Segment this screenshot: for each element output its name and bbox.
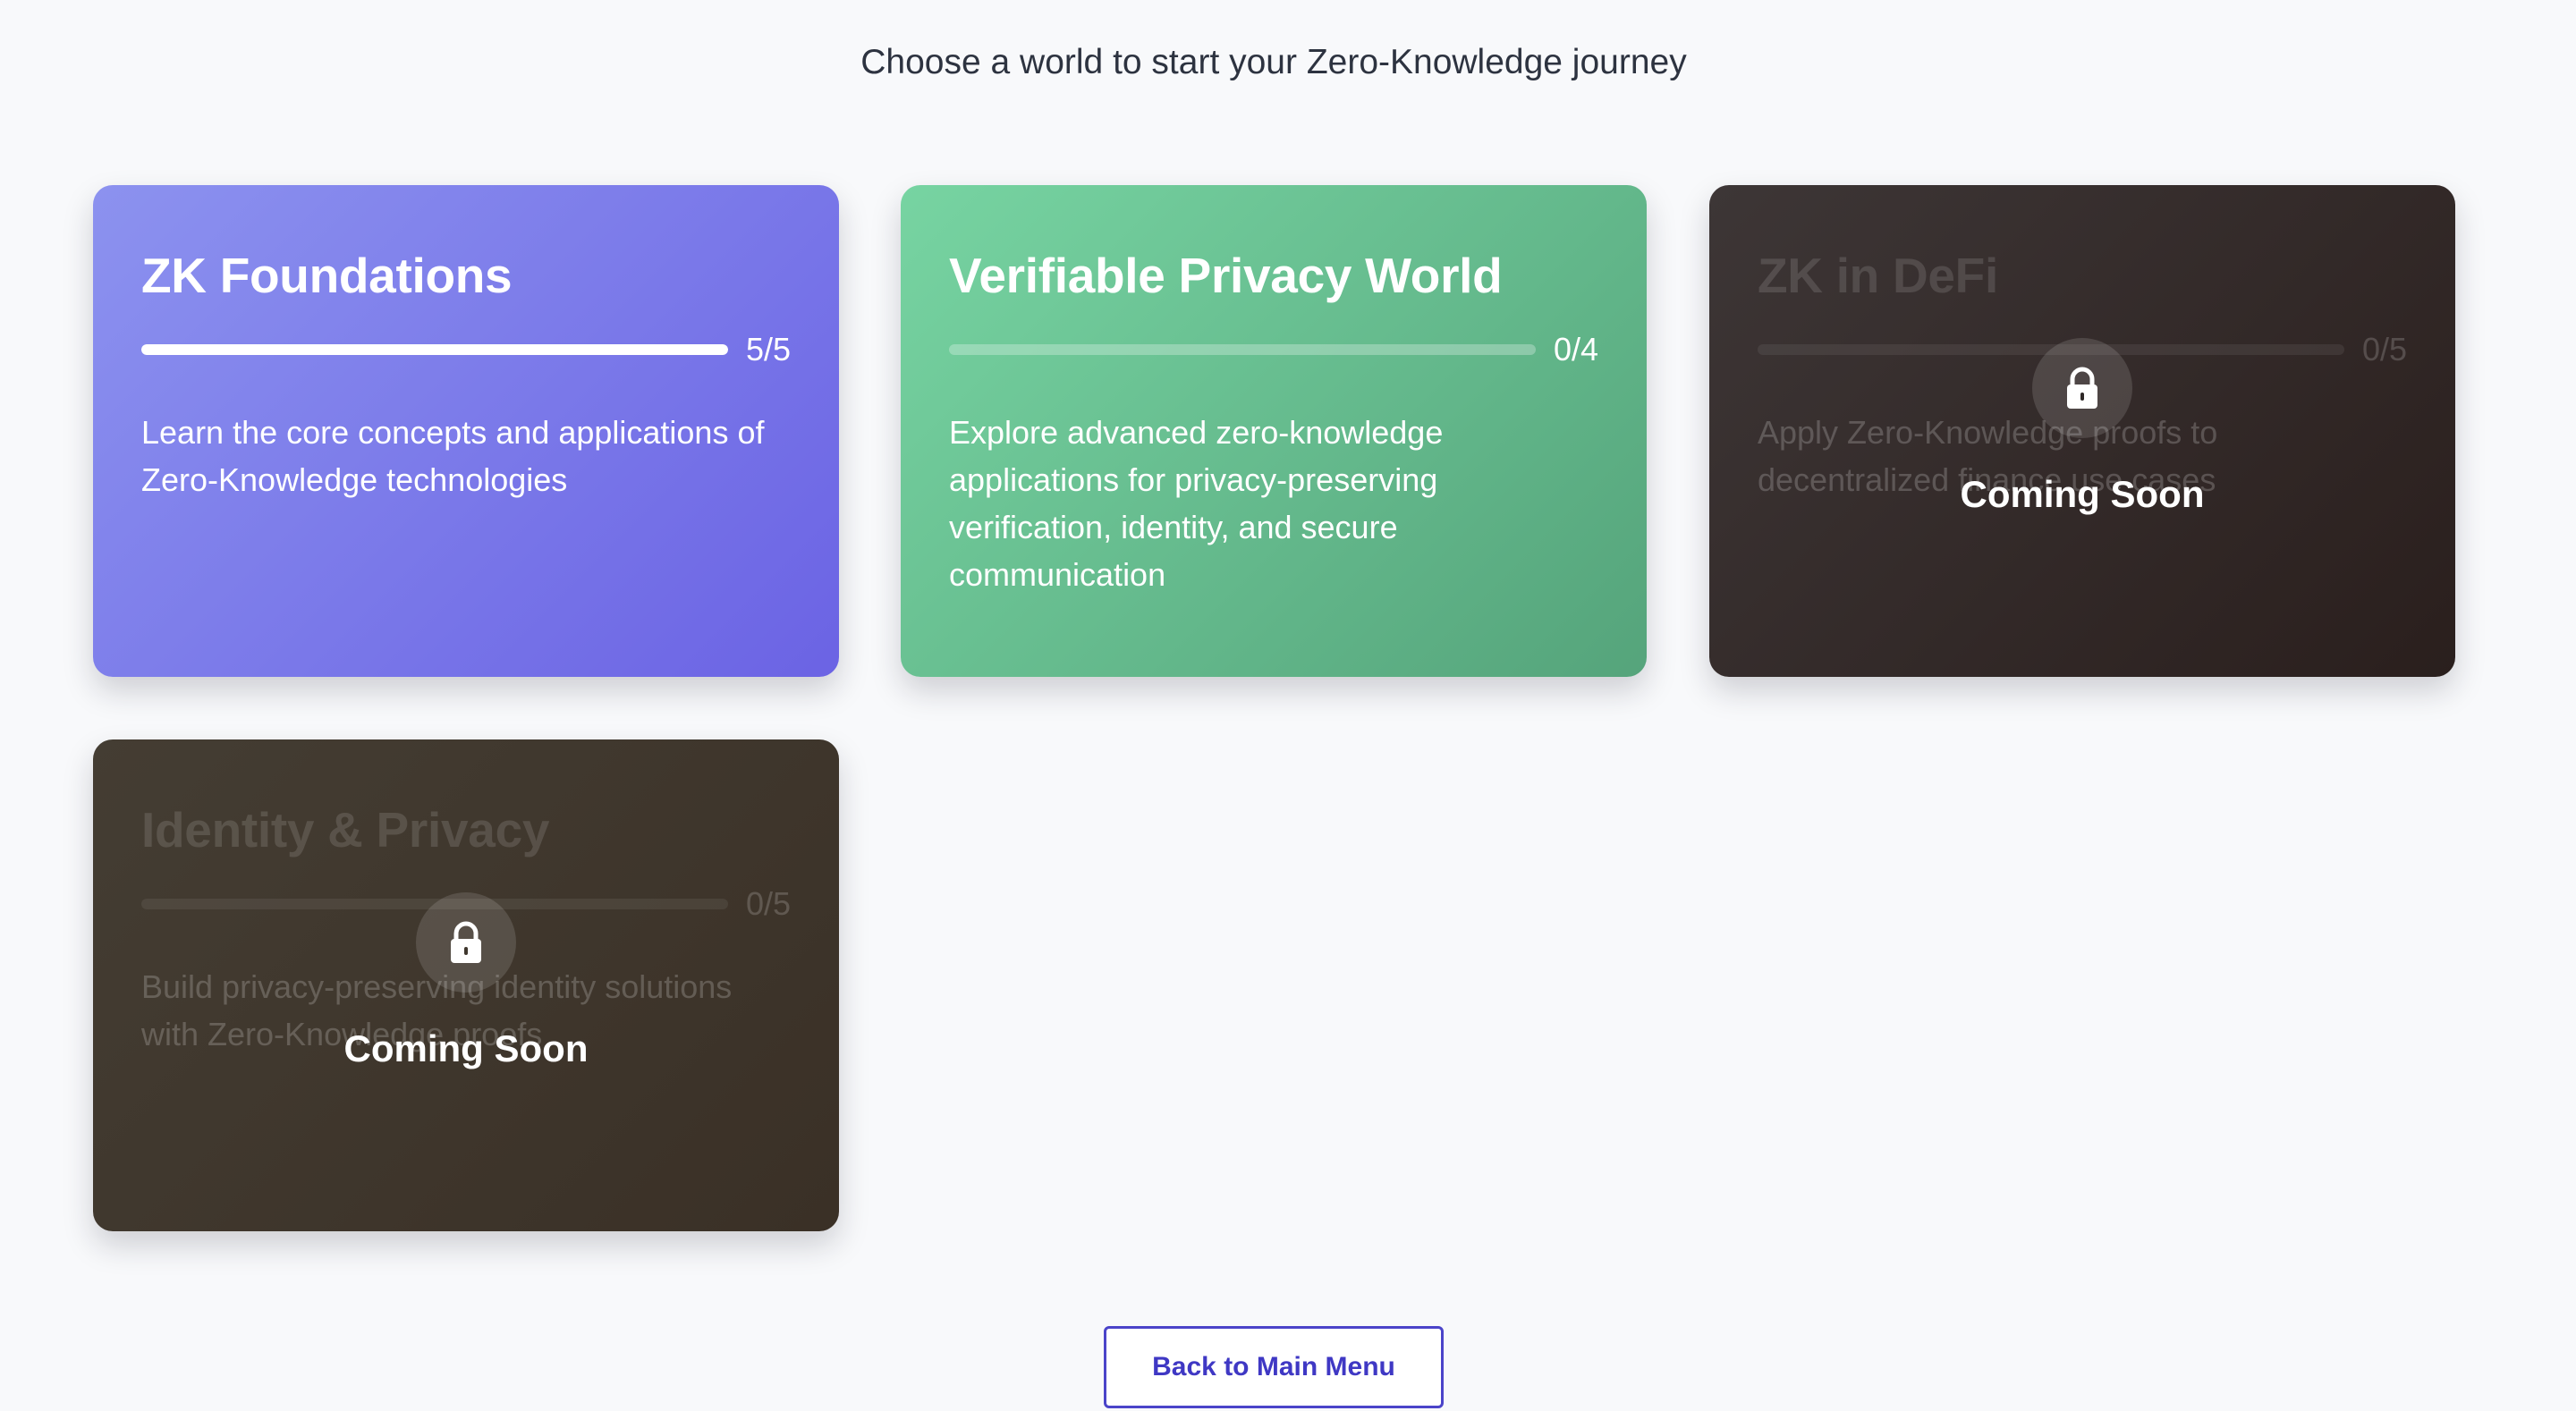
progress-bar	[141, 344, 728, 355]
progress-count: 0/4	[1553, 331, 1598, 368]
world-card-identity-privacy: Identity & Privacy 0/5 Build privacy-pre…	[93, 739, 839, 1231]
lock-icon	[416, 892, 516, 993]
lock-icon	[2032, 338, 2132, 438]
world-card-zk-in-defi: ZK in DeFi 0/5 Apply Zero-Knowledge proo…	[1709, 185, 2455, 677]
world-select-screen: Choose a world to start your Zero-Knowle…	[0, 0, 2576, 1411]
coming-soon-label: Coming Soon	[343, 1027, 589, 1069]
progress-bar	[949, 344, 1536, 355]
world-card-verifiable-privacy[interactable]: Verifiable Privacy World 0/4 Explore adv…	[901, 185, 1647, 677]
progress-row: 5/5	[141, 331, 791, 368]
lock-overlay: Coming Soon	[93, 739, 839, 1231]
world-description: Explore advanced zero-knowledge applicat…	[949, 414, 1444, 593]
page-subtitle: Choose a world to start your Zero-Knowle…	[860, 43, 1687, 81]
world-title: Verifiable Privacy World	[949, 248, 1503, 303]
world-card-zk-foundations[interactable]: ZK Foundations 5/5 Learn the core concep…	[93, 185, 839, 677]
lock-overlay: Coming Soon	[1709, 185, 2455, 677]
back-to-main-menu-button[interactable]: Back to Main Menu	[1104, 1326, 1444, 1408]
progress-count: 5/5	[745, 331, 791, 368]
progress-row: 0/4	[949, 331, 1598, 368]
world-description: Learn the core concepts and applications…	[141, 414, 765, 498]
world-title: ZK Foundations	[141, 248, 513, 303]
coming-soon-label: Coming Soon	[1960, 473, 2205, 515]
progress-fill	[141, 344, 728, 355]
